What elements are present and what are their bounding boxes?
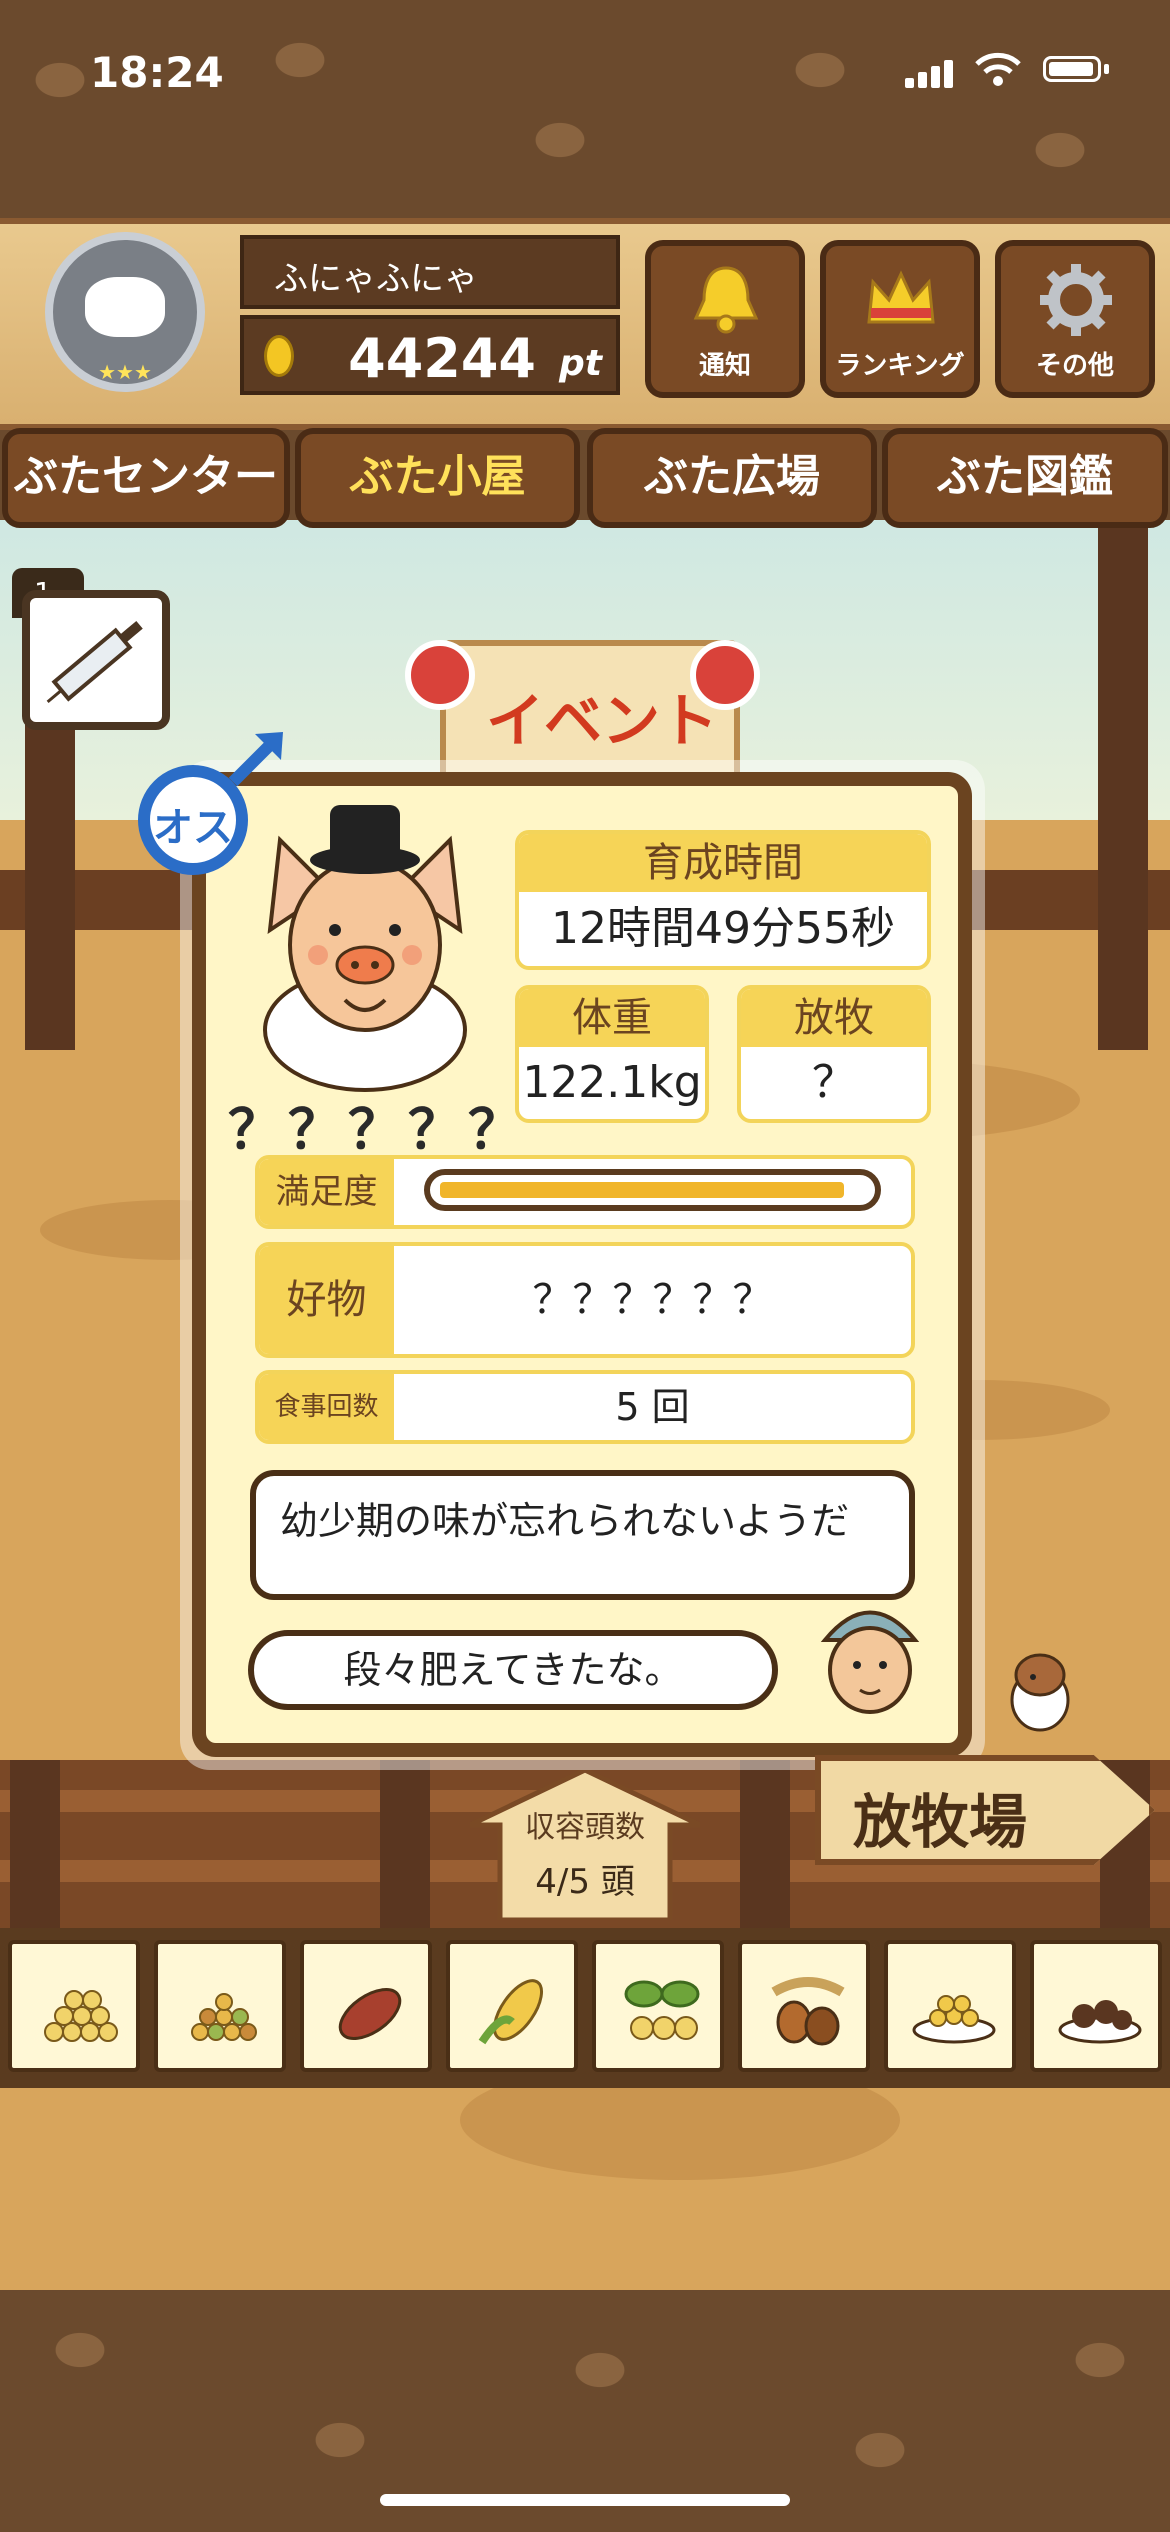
player-name-box: ふにゃふにゃ [240,235,620,309]
ranking-label: ランキング [835,351,965,381]
capacity-value: 4/5 頭 [535,1862,635,1902]
rank-stars-icon: ★★★ [98,360,152,384]
rose-icon [690,640,760,710]
corn-icon [478,1979,543,2045]
player-avatar[interactable]: ★★★ [30,232,220,402]
acorn-icon [771,1977,845,2046]
status-icons [905,52,1115,88]
signal-icon [905,78,914,88]
other-label: その他 [1035,351,1114,381]
battery-icon [1043,56,1101,82]
syringe-icon [46,620,143,704]
tab-buta-plaza[interactable]: ぶた広場 [587,428,877,528]
capacity-label: 収容頭数 [525,1810,645,1845]
favorite-row: 好物 ？？？？？？ [255,1242,915,1358]
tab-buta-center[interactable]: ぶたセンター [2,428,290,528]
crown-icon [867,270,935,324]
tab-buta-hut[interactable]: ぶた小屋 [295,428,580,528]
raise-time-card: 育成時間 12時間49分55秒 [515,830,931,970]
pig-avatar-icon [85,277,165,337]
pig-comment-bubble: 幼少期の味が忘れられないようだ [250,1470,915,1600]
player-name: ふにゃふにゃ [274,259,478,299]
food-slot-corn[interactable] [446,1940,578,2072]
tab-buta-encyclopedia[interactable]: ぶた図鑑 [882,428,1168,528]
gender-text: オス [153,805,233,851]
pig-portrait [263,805,467,1092]
status-time: 18:24 [90,48,224,97]
farmer-comment-bubble: 段々肥えてきたな。 [248,1630,778,1710]
raise-time-label: 育成時間 [519,834,927,892]
rose-icon [405,640,475,710]
pasture-sign[interactable]: 放牧場 [815,1755,1155,1865]
grazing-label: 放牧 [741,989,927,1047]
satisfaction-meter [394,1159,911,1225]
pasture-label: 放牧場 [853,1788,1028,1856]
wifi-icon [975,52,1021,86]
meals-value: 5 回 [615,1385,690,1429]
capacity-text: 収容頭数 4/5 頭 [470,1770,700,1920]
bell-icon [693,266,759,334]
weight-label: 体重 [519,989,705,1047]
satisfaction-label: 満足度 [259,1159,394,1225]
farmer-icon [820,1610,920,1714]
fence-post [1098,520,1148,1050]
soybean-icon [624,1980,700,2040]
food-slot-grains[interactable] [8,1940,140,2072]
notification-button[interactable]: 通知 [645,240,805,398]
grains-icon [44,1990,118,2042]
food-slot-acorn[interactable] [738,1940,870,2072]
grazing-card: 放牧 ？ [737,985,931,1123]
favorite-value: ？？？？？？ [532,1277,773,1323]
food-slot-grain-bowl[interactable] [884,1940,1016,2072]
chestnut-plate-icon [1058,2000,1142,2044]
food-slot-chestnut-plate[interactable] [1030,1940,1162,2072]
satisfaction-fill [440,1182,844,1198]
meals-label: 食事回数 [259,1374,394,1440]
event-label: イベント [486,687,719,755]
top-background-pattern [0,0,1170,220]
points-box: 44244 pt [240,315,620,395]
weight-card: 体重 122.1kg [515,985,709,1123]
sparrow-icon [1010,1653,1070,1732]
favorite-label: 好物 [259,1246,394,1354]
coin-icon [264,335,294,377]
food-slot-mixed-grains[interactable] [154,1940,286,2072]
food-slot-sweet-potato[interactable] [300,1940,432,2072]
weight-value: 122.1kg [522,1057,702,1108]
fence-post [25,700,75,1050]
points-unit: pt [559,343,602,384]
grain-bowl-icon [912,1995,996,2044]
other-button[interactable]: その他 [995,240,1155,398]
sweet-potato-icon [338,1988,402,2040]
mixed-grains-icon [191,1993,257,2041]
gear-icon [1040,264,1112,336]
pig-comment: 幼少期の味が忘れられないようだ [280,1499,850,1543]
raise-time-value: 12時間49分55秒 [551,903,895,954]
grazing-value: ？ [812,1057,856,1108]
ranking-button[interactable]: ランキング [820,240,980,398]
points-value: 44244 [348,327,536,390]
food-slot-soybean[interactable] [592,1940,724,2072]
home-indicator[interactable] [380,2494,790,2506]
satisfaction-row: 満足度 [255,1155,915,1229]
syringe-button[interactable] [22,590,170,730]
notification-label: 通知 [698,351,751,381]
pig-name-unknown: ？？？？？ [228,1098,528,1161]
meals-row: 食事回数 5 回 [255,1370,915,1444]
